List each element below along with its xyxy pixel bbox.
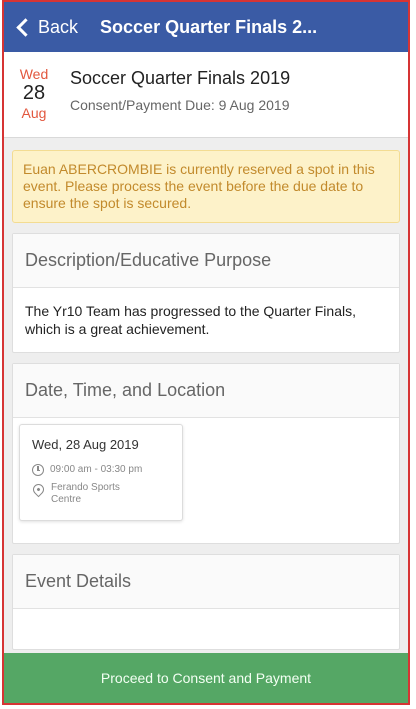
app-screen: Back Soccer Quarter Finals 2... Wed 28 A… [2,0,410,705]
due-label: Consent/Payment Due: [70,97,215,113]
schedule-date: Wed, 28 Aug 2019 [32,437,139,453]
schedule-time: 09:00 am - 03:30 pm [50,464,143,476]
schedule-tile[interactable]: Wed, 28 Aug 2019 09:00 am - 03:30 pm Fer… [19,424,183,522]
event-details-header: Event Details [13,555,399,610]
event-title: Soccer Quarter Finals 2019 [70,68,291,88]
event-info: Soccer Quarter Finals 2019 Consent/Payme… [70,66,290,113]
schedule-place-row: Ferando Sports Centre [30,481,172,506]
event-day: 28 [22,82,46,105]
back-button[interactable]: Back [16,17,78,38]
clock-icon [32,464,44,477]
map-pin-icon [30,481,47,498]
event-details-card: Event Details [12,554,400,651]
description-card: Description/Educative Purpose The Yr10 T… [12,233,400,354]
chevron-left-icon [16,17,35,37]
back-label: Back [38,16,79,37]
location-header: Date, Time, and Location [13,364,399,419]
event-weekday: Wed [19,66,49,82]
event-header: Wed 28 Aug Soccer Quarter Finals 2019 Co… [4,52,408,139]
reservation-alert: Euan ABERCROMBIE is currently reserved a… [12,150,400,224]
page-title: Soccer Quarter Finals 2... [100,16,318,37]
description-body: The Yr10 Team has progressed to the Quar… [25,303,356,338]
navigation-bar: Back Soccer Quarter Finals 2... [4,2,408,52]
location-body: Wed, 28 Aug 2019 09:00 am - 03:30 pm Fer… [13,418,399,543]
event-due: Consent/Payment Due: 9 Aug 2019 [70,97,290,113]
schedule-place: Ferando Sports Centre [51,482,120,506]
due-date: 9 Aug 2019 [218,97,290,113]
proceed-button[interactable]: Proceed to Consent and Payment [4,653,408,703]
description-header: Description/Educative Purpose [13,234,399,289]
event-date-badge: Wed 28 Aug [14,66,54,121]
location-card: Date, Time, and Location Wed, 28 Aug 201… [12,363,400,545]
event-details-body [13,609,399,649]
event-month: Aug [21,105,47,122]
schedule-time-row: 09:00 am - 03:30 pm [32,464,172,477]
